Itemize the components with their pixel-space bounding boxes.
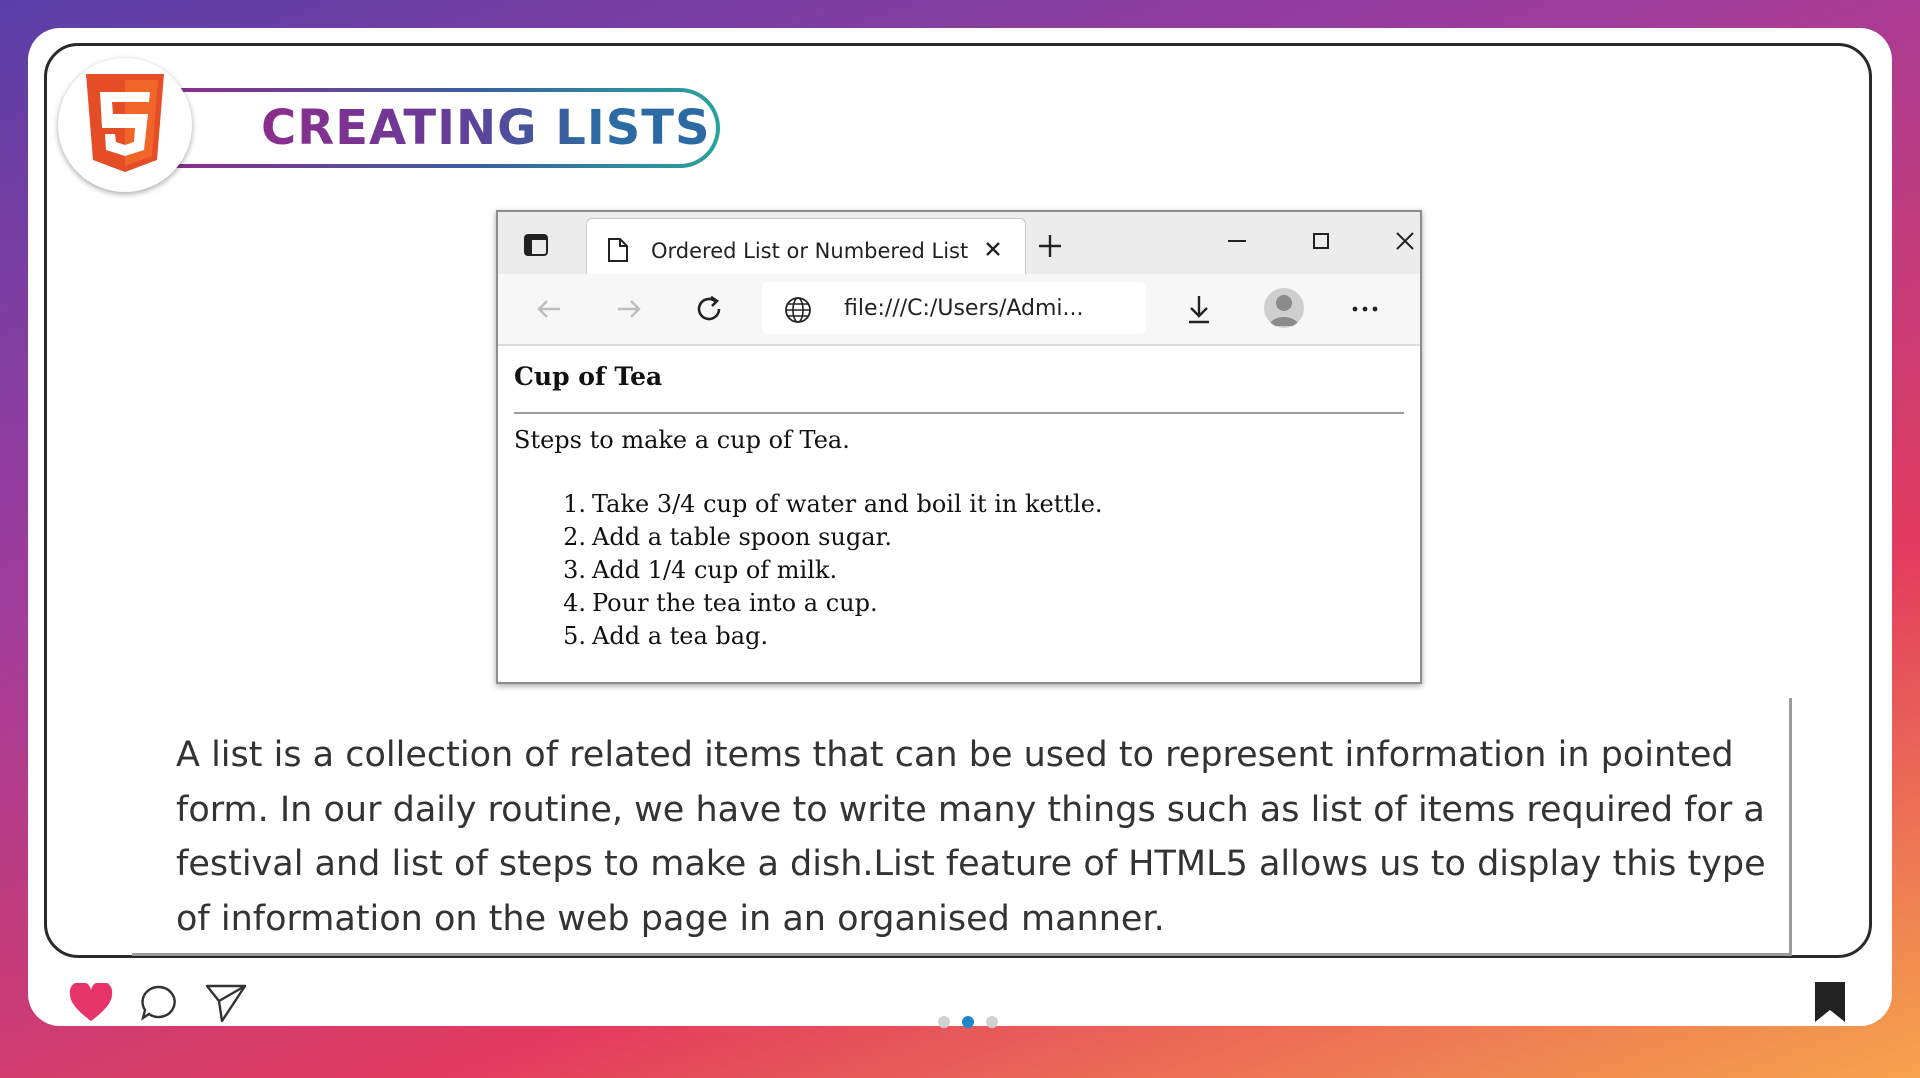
browser-toolbar: file:///C:/Users/Admi... — [498, 274, 1420, 346]
address-bar[interactable]: file:///C:/Users/Admi... — [762, 282, 1146, 334]
browser-window: Ordered List or Numbered List file:///C:… — [496, 210, 1422, 684]
more-options-icon[interactable] — [1348, 292, 1382, 326]
ordered-list: 1. Take 3/4 cup of water and boil it in k… — [514, 488, 1103, 653]
list-item: 1. Take 3/4 cup of water and boil it in k… — [563, 490, 1103, 518]
download-icon[interactable] — [1182, 292, 1216, 326]
forward-arrow-icon[interactable] — [612, 292, 646, 326]
post-card: CREATING LISTS Ordered List or Numbered … — [28, 28, 1892, 1028]
description-text: A list is a collection of related items … — [176, 735, 1766, 939]
list-item: 3. Add 1/4 cup of milk. — [563, 556, 838, 584]
list-item: 5. Add a tea bag. — [563, 622, 769, 650]
tab-panel-icon[interactable] — [524, 234, 548, 256]
back-arrow-icon[interactable] — [532, 292, 566, 326]
horizontal-rule — [514, 412, 1404, 414]
list-item: 2. Add a table spoon sugar. — [563, 523, 893, 551]
address-text: file:///C:/Users/Admi... — [844, 296, 1084, 321]
tab-title: Ordered List or Numbered List — [651, 239, 969, 263]
close-window-icon[interactable] — [1390, 226, 1420, 256]
new-tab-icon[interactable] — [1036, 232, 1064, 260]
document-icon — [608, 238, 628, 262]
globe-icon — [785, 297, 811, 323]
heart-icon[interactable] — [68, 983, 114, 1023]
close-tab-icon[interactable] — [979, 235, 1007, 263]
bookmark-icon[interactable] — [1812, 980, 1848, 1024]
tab-active[interactable]: Ordered List or Numbered List — [586, 218, 1026, 278]
refresh-icon[interactable] — [692, 292, 726, 326]
carousel-dot[interactable] — [986, 1016, 998, 1028]
doc-heading: Cup of Tea — [514, 362, 663, 391]
list-item: 4. Pour the tea into a cup. — [563, 589, 878, 617]
tab-bar: Ordered List or Numbered List — [498, 212, 1420, 278]
maximize-icon[interactable] — [1306, 226, 1336, 256]
comment-icon[interactable] — [139, 983, 179, 1023]
carousel-dot[interactable] — [938, 1016, 950, 1028]
page-title: CREATING LISTS — [261, 100, 711, 156]
title-banner: CREATING LISTS — [176, 88, 720, 168]
carousel-dot-active[interactable] — [962, 1016, 974, 1028]
html5-logo-icon — [58, 58, 192, 192]
send-icon[interactable] — [204, 981, 248, 1025]
profile-avatar-icon[interactable] — [1264, 288, 1304, 328]
minimize-icon[interactable] — [1222, 226, 1252, 256]
doc-intro: Steps to make a cup of Tea. — [514, 426, 850, 454]
